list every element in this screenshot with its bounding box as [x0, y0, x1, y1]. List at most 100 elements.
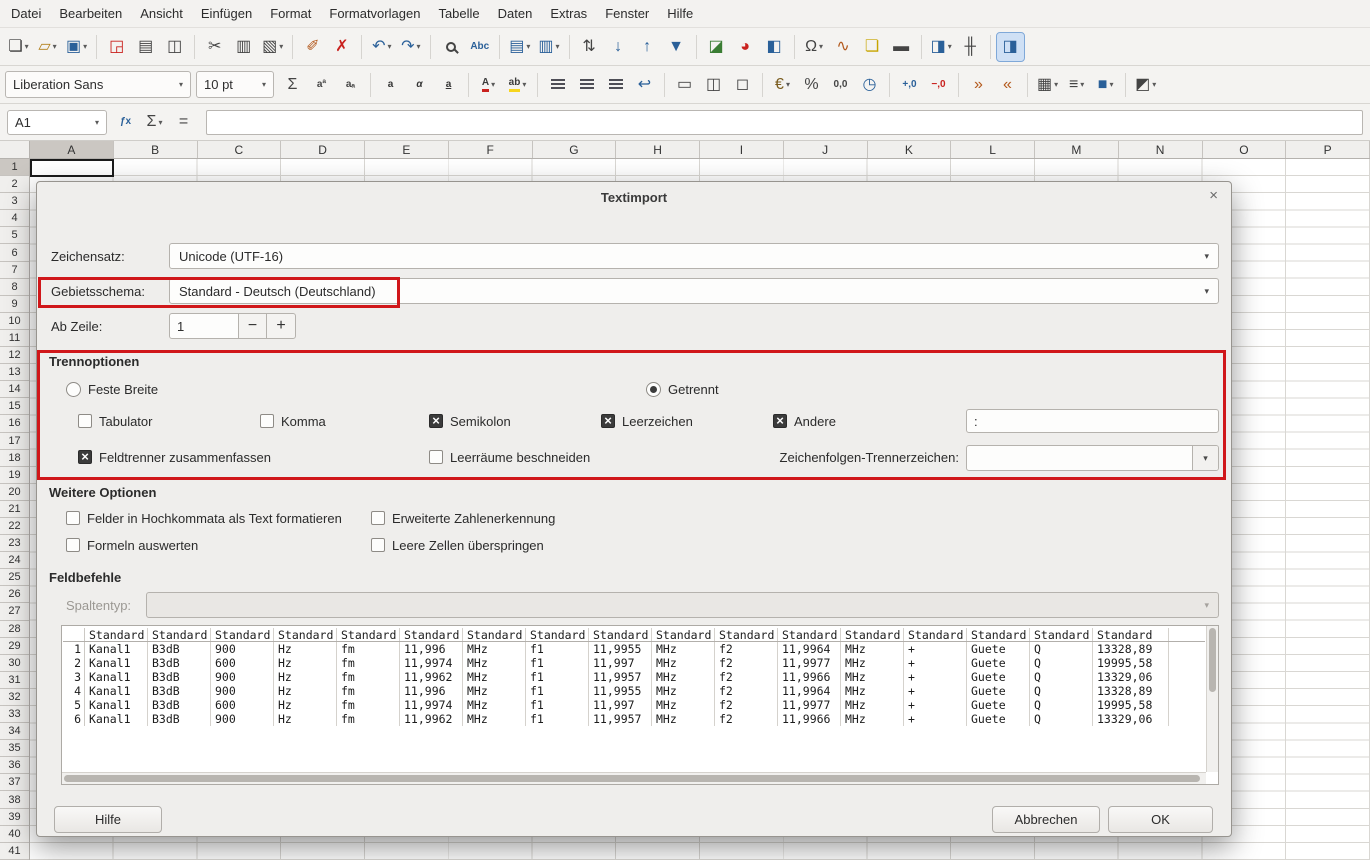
preview-column-header[interactable]: Standard — [841, 628, 904, 641]
preview-cell[interactable]: f1 — [526, 642, 589, 656]
column-header-m[interactable]: M — [1035, 141, 1119, 158]
row-header-7[interactable]: 7 — [0, 262, 29, 279]
preview-cell[interactable]: MHz — [463, 712, 526, 726]
clear-formatting-icon[interactable]: ✗ — [328, 33, 355, 61]
preview-column-header[interactable]: Standard — [967, 628, 1030, 641]
sort-ascending-icon[interactable]: ↓ — [605, 33, 632, 61]
preview-cell[interactable]: Guete — [967, 656, 1030, 670]
preview-cell[interactable]: B3dB — [148, 698, 211, 712]
preview-cell[interactable]: MHz — [463, 656, 526, 670]
preview-cell[interactable]: f2 — [715, 712, 778, 726]
preview-column-header[interactable]: Standard — [274, 628, 337, 641]
redo-icon[interactable]: ↷▾ — [397, 33, 424, 61]
row-header-18[interactable]: 18 — [0, 450, 29, 467]
row-header-2[interactable]: 2 — [0, 176, 29, 193]
andere-checkbox[interactable]: Andere — [773, 413, 836, 429]
preview-column-header[interactable]: Standard — [589, 628, 652, 641]
row-header-15[interactable]: 15 — [0, 398, 29, 415]
preview-cell[interactable]: 13328,89 — [1093, 684, 1169, 698]
percent-format-icon[interactable]: % — [798, 71, 825, 99]
row-header-41[interactable]: 41 — [0, 843, 29, 860]
preview-cell[interactable]: 13329,06 — [1093, 712, 1169, 726]
preview-cell[interactable]: 13329,06 — [1093, 670, 1169, 684]
leerzeichen-checkbox[interactable]: Leerzeichen — [601, 413, 693, 429]
preview-cell[interactable]: Kanal1 — [85, 684, 148, 698]
preview-cell[interactable]: + — [904, 642, 967, 656]
freeform-line-icon[interactable]: ∿ — [830, 33, 857, 61]
preview-cell[interactable]: Hz — [274, 670, 337, 684]
preview-cell[interactable]: Q — [1030, 712, 1093, 726]
superscript-icon[interactable]: aª — [308, 71, 335, 99]
preview-cell[interactable]: MHz — [652, 656, 715, 670]
row-header-5[interactable]: 5 — [0, 227, 29, 244]
menu-bearbeiten[interactable]: Bearbeiten — [50, 1, 131, 26]
preview-cell[interactable]: Kanal1 — [85, 642, 148, 656]
menu-tabelle[interactable]: Tabelle — [429, 1, 488, 26]
preview-cell[interactable]: f2 — [715, 642, 778, 656]
column-header-b[interactable]: B — [114, 141, 198, 158]
open-icon[interactable]: ▱▾ — [34, 33, 61, 61]
preview-cell[interactable]: 900 — [211, 670, 274, 684]
row-header-36[interactable]: 36 — [0, 757, 29, 774]
border-color-icon[interactable]: ■▾ — [1092, 71, 1119, 99]
preview-column-header[interactable]: Standard — [1030, 628, 1093, 641]
save-icon[interactable]: ▣▾ — [63, 33, 90, 61]
merge-delimiters-checkbox[interactable]: Feldtrenner zusammenfassen — [78, 449, 271, 465]
new-document-icon[interactable]: ❏▾ — [5, 33, 32, 61]
preview-cell[interactable]: + — [904, 684, 967, 698]
row-header-21[interactable]: 21 — [0, 501, 29, 518]
preview-cell[interactable]: Q — [1030, 670, 1093, 684]
row-header-8[interactable]: 8 — [0, 279, 29, 296]
preview-cell[interactable]: 900 — [211, 712, 274, 726]
preview-column-header[interactable]: Standard — [463, 628, 526, 641]
subscript-icon[interactable]: aₐ — [337, 71, 364, 99]
split-window-icon[interactable]: ╫ — [957, 33, 984, 61]
insert-chart-icon[interactable]: ◕ — [732, 33, 759, 61]
preview-cell[interactable]: Hz — [274, 698, 337, 712]
row-header-25[interactable]: 25 — [0, 569, 29, 586]
print-icon[interactable]: ▤ — [132, 33, 159, 61]
bold-icon[interactable]: a — [377, 71, 404, 99]
clone-formatting-icon[interactable]: ✐ — [299, 33, 326, 61]
preview-cell[interactable]: fm — [337, 684, 400, 698]
row-header-23[interactable]: 23 — [0, 535, 29, 552]
insert-comment-icon[interactable]: ❏ — [859, 33, 886, 61]
from-row-input[interactable]: 1 — [169, 313, 239, 339]
column-header-p[interactable]: P — [1286, 141, 1370, 158]
preview-cell[interactable]: MHz — [652, 684, 715, 698]
row-header-30[interactable]: 30 — [0, 655, 29, 672]
align-left-icon[interactable] — [544, 71, 571, 99]
preview-cell[interactable]: fm — [337, 642, 400, 656]
preview-cell[interactable]: 11,9974 — [400, 656, 463, 670]
preview-cell[interactable]: Kanal1 — [85, 698, 148, 712]
menu-ansicht[interactable]: Ansicht — [131, 1, 192, 26]
sum-icon[interactable]: Σ — [279, 71, 306, 99]
locale-combobox[interactable]: Standard - Deutsch (Deutschland) ▾ — [169, 278, 1219, 304]
preview-cell[interactable]: fm — [337, 698, 400, 712]
preview-cell[interactable]: Guete — [967, 642, 1030, 656]
menu-formatvorlagen[interactable]: Formatvorlagen — [320, 1, 429, 26]
preview-cell[interactable]: MHz — [463, 684, 526, 698]
date-format-icon[interactable]: ◷ — [856, 71, 883, 99]
menu-hilfe[interactable]: Hilfe — [658, 1, 702, 26]
row-header-17[interactable]: 17 — [0, 433, 29, 450]
preview-cell[interactable]: 11,996 — [400, 642, 463, 656]
formula-icon[interactable]: = — [170, 108, 197, 136]
menu-extras[interactable]: Extras — [541, 1, 596, 26]
preview-cell[interactable]: fm — [337, 712, 400, 726]
menu-einfgen[interactable]: Einfügen — [192, 1, 261, 26]
column-header-l[interactable]: L — [951, 141, 1035, 158]
preview-column-header[interactable]: Standard — [904, 628, 967, 641]
preview-cell[interactable]: MHz — [841, 698, 904, 712]
insert-columns-icon[interactable]: ▥▾ — [535, 33, 562, 61]
preview-cell[interactable]: 11,9966 — [778, 670, 841, 684]
preview-cell[interactable]: MHz — [652, 712, 715, 726]
preview-cell[interactable]: 11,9957 — [589, 712, 652, 726]
select-all-corner[interactable] — [0, 141, 30, 159]
fixed-width-radio[interactable]: Feste Breite — [66, 381, 158, 397]
merge-cells-icon[interactable]: ◫ — [700, 71, 727, 99]
skip-empty-cells-checkbox[interactable]: Leere Zellen überspringen — [371, 537, 544, 553]
number-format-icon[interactable]: 0,0 — [827, 71, 854, 99]
row-header-39[interactable]: 39 — [0, 809, 29, 826]
preview-column-header[interactable]: Standard — [337, 628, 400, 641]
